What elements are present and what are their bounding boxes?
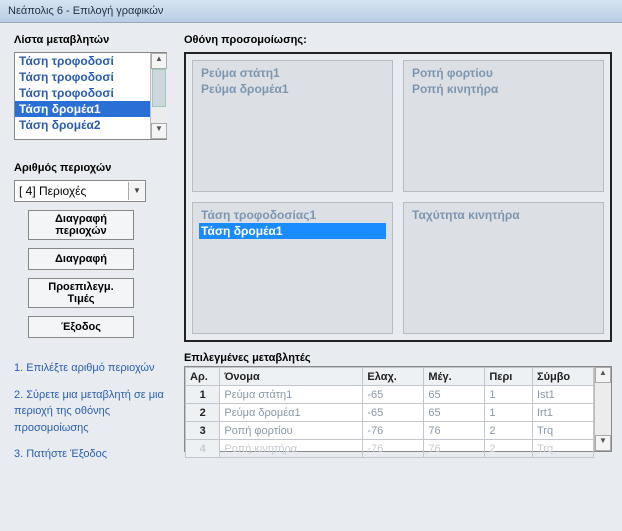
cell-symbol[interactable]: Irt1 <box>532 404 593 422</box>
hint-2: 2. Σύρετε μια μεταβλητή σε μια περιοχή τ… <box>14 387 174 437</box>
sim-variable[interactable]: Ρεύμα στάτη1 <box>199 65 386 81</box>
cell-region[interactable]: 2 <box>485 422 533 440</box>
row-num: 1 <box>186 386 220 404</box>
variable-list-label: Λίστα μεταβλητών <box>14 34 174 46</box>
table-row[interactable]: 1Ρεύμα στάτη1-65651Ist1 <box>186 386 594 404</box>
selected-vars-table[interactable]: Αρ. Όνομα Ελαχ. Μέγ. Περι Σύμβο 1Ρεύμα σ… <box>184 366 612 452</box>
defaults-button[interactable]: Προεπιλεγμ. Τιμές <box>28 278 134 308</box>
cell-min[interactable]: -65 <box>363 386 424 404</box>
cell-max[interactable]: 65 <box>424 386 485 404</box>
col-symbol[interactable]: Σύμβο <box>532 368 593 386</box>
cell-name[interactable]: Ροπή φορτίου <box>220 422 363 440</box>
row-num: 4 <box>186 440 220 458</box>
hint-1: 1. Επιλέξτε αριθμό περιοχών <box>14 360 174 377</box>
listbox-scrollbar[interactable]: ▲ ▼ <box>150 53 167 139</box>
cell-symbol[interactable]: Ist1 <box>532 386 593 404</box>
sim-variable[interactable]: Ροπή κινητήρα <box>410 81 597 97</box>
scroll-thumb[interactable] <box>152 69 166 107</box>
sim-region[interactable]: Ροπή φορτίουΡοπή κινητήρα <box>403 60 604 192</box>
cell-name[interactable]: Ροπή κινητήρα <box>220 440 363 458</box>
cell-max[interactable]: 76 <box>424 422 485 440</box>
col-name[interactable]: Όνομα <box>220 368 363 386</box>
cell-min[interactable]: -76 <box>363 422 424 440</box>
sim-variable[interactable]: Ροπή φορτίου <box>410 65 597 81</box>
exit-button[interactable]: Έξοδος <box>28 316 134 338</box>
table-scrollbar[interactable]: ▲ ▼ <box>594 367 611 451</box>
sim-variable[interactable]: Ταχύτητα κινητήρα <box>410 207 597 223</box>
sim-region[interactable]: Τάση τροφοδοσίας1Τάση δρομέα1 <box>192 202 393 334</box>
cell-region[interactable]: 1 <box>485 404 533 422</box>
delete-button[interactable]: Διαγραφή <box>28 248 134 270</box>
cell-symbol[interactable]: Trq <box>532 440 593 458</box>
sim-variable[interactable]: Τάση τροφοδοσίας1 <box>199 207 386 223</box>
cell-max[interactable]: 76 <box>424 440 485 458</box>
chevron-down-icon[interactable]: ▼ <box>128 182 145 200</box>
cell-symbol[interactable]: Trq <box>532 422 593 440</box>
col-min[interactable]: Ελαχ. <box>363 368 424 386</box>
hint-3: 3. Πατήστε Έξοδος <box>14 446 174 463</box>
cell-region[interactable]: 2 <box>485 440 533 458</box>
row-num: 2 <box>186 404 220 422</box>
table-row[interactable]: 2Ρεύμα δρομέα1-65651Irt1 <box>186 404 594 422</box>
col-max[interactable]: Μέγ. <box>424 368 485 386</box>
sim-screen-label: Οθόνη προσομοίωσης: <box>184 34 612 46</box>
sim-variable[interactable]: Τάση δρομέα1 <box>199 223 386 239</box>
cell-name[interactable]: Ρεύμα στάτη1 <box>220 386 363 404</box>
variable-listbox[interactable]: Τάση τροφοδοσίΤάση τροφοδοσίΤάση τροφοδο… <box>14 52 167 140</box>
delete-regions-button[interactable]: Διαγραφή περιοχών <box>28 210 134 240</box>
window-title: Νεάπολις 6 - Επιλογή γραφικών <box>8 5 163 17</box>
cell-max[interactable]: 65 <box>424 404 485 422</box>
scroll-up-icon[interactable]: ▲ <box>595 367 611 383</box>
sim-region[interactable]: Ρεύμα στάτη1Ρεύμα δρομέα1 <box>192 60 393 192</box>
cell-min[interactable]: -76 <box>363 440 424 458</box>
variable-list-item[interactable]: Τάση δρομέα1 <box>15 101 150 117</box>
variable-list-item[interactable]: Τάση τροφοδοσί <box>15 85 150 101</box>
regions-combo[interactable]: [ 4] Περιοχές ▼ <box>14 180 146 202</box>
cell-name[interactable]: Ρεύμα δρομέα1 <box>220 404 363 422</box>
regions-label: Αριθμός περιοχών <box>14 162 174 174</box>
cell-min[interactable]: -65 <box>363 404 424 422</box>
col-num[interactable]: Αρ. <box>186 368 220 386</box>
scroll-up-icon[interactable]: ▲ <box>151 53 167 69</box>
variable-list-item[interactable]: Τάση δρομέα2 <box>15 117 150 133</box>
table-row[interactable]: 3Ροπή φορτίου-76762Trq <box>186 422 594 440</box>
selected-vars-label: Επιλεγμένες μεταβλητές <box>184 352 612 364</box>
regions-value: [ 4] Περιοχές <box>15 184 128 198</box>
sim-variable[interactable]: Ρεύμα δρομέα1 <box>199 81 386 97</box>
variable-list-item[interactable]: Τάση τροφοδοσί <box>15 53 150 69</box>
scroll-down-icon[interactable]: ▼ <box>151 123 167 139</box>
table-row[interactable]: 4Ροπή κινητήρα-76762Trq <box>186 440 594 458</box>
cell-region[interactable]: 1 <box>485 386 533 404</box>
col-region[interactable]: Περι <box>485 368 533 386</box>
app-window: Νεάπολις 6 - Επιλογή γραφικών Λίστα μετα… <box>0 0 622 531</box>
row-num: 3 <box>186 422 220 440</box>
hints: 1. Επιλέξτε αριθμό περιοχών 2. Σύρετε μι… <box>14 360 174 463</box>
variable-list-item[interactable]: Τάση τροφοδοσί <box>15 69 150 85</box>
sim-region[interactable]: Ταχύτητα κινητήρα <box>403 202 604 334</box>
titlebar: Νεάπολις 6 - Επιλογή γραφικών <box>0 0 622 23</box>
scroll-down-icon[interactable]: ▼ <box>595 435 611 451</box>
sim-frame: Ρεύμα στάτη1Ρεύμα δρομέα1Ροπή φορτίουΡοπ… <box>184 52 612 342</box>
